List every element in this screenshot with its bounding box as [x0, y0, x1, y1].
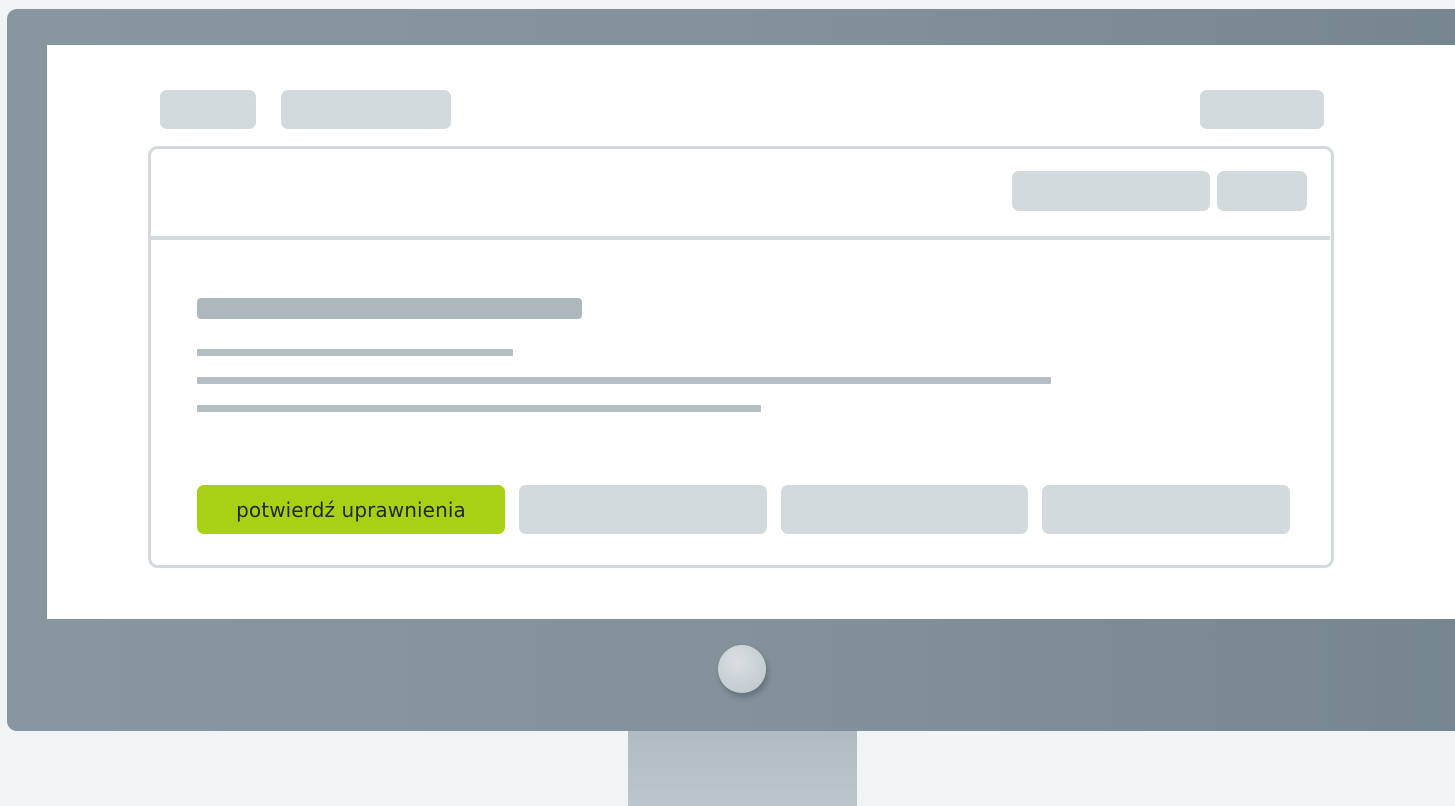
- confirm-permissions-button[interactable]: potwierdź uprawnienia: [197, 485, 505, 534]
- header-action-placeholder-2[interactable]: [1217, 171, 1307, 211]
- title-placeholder: [197, 298, 582, 319]
- action-button-placeholder-4[interactable]: [1042, 485, 1290, 534]
- nav-placeholder-2[interactable]: [281, 90, 451, 129]
- nav-placeholder-1[interactable]: [160, 90, 256, 129]
- monitor-stand: [628, 722, 857, 806]
- action-button-placeholder-3[interactable]: [781, 485, 1028, 534]
- card-header-divider: [150, 236, 1330, 240]
- nav-placeholder-right[interactable]: [1200, 90, 1324, 129]
- text-line-placeholder-2: [197, 377, 1051, 384]
- text-line-placeholder-1: [197, 349, 513, 356]
- header-action-placeholder-1[interactable]: [1012, 171, 1210, 211]
- action-button-placeholder-2[interactable]: [519, 485, 767, 534]
- power-button[interactable]: [718, 645, 766, 693]
- text-line-placeholder-3: [197, 405, 761, 412]
